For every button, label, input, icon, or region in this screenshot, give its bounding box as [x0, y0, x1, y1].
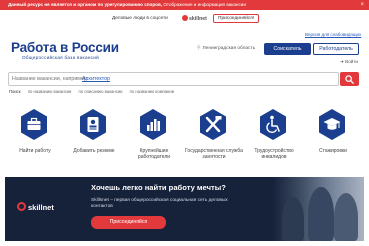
banner-skillnet-logo: skillnet [17, 202, 54, 212]
filter-by-description[interactable]: по описанию вакансии [79, 89, 123, 94]
skillnet-logo-icon [17, 202, 26, 211]
category-disabled-employment[interactable]: Трудоустройство инвалидов [244, 108, 304, 166]
banner-title: Хочешь легко найти работу мечты? [91, 183, 226, 192]
banner-person-image [282, 197, 304, 241]
skillnet-logo[interactable]: skillnet [182, 15, 207, 22]
alert-bar: Данный ресурс не является и органом по у… [0, 0, 369, 10]
region-selector[interactable]: ⚲ Ленинградская область [197, 46, 255, 51]
join-button[interactable]: Присоединяйся! [213, 14, 260, 23]
login-label: Войти [345, 59, 358, 64]
search-input[interactable] [12, 73, 332, 85]
resume-badge-icon [80, 109, 106, 140]
site-logo-title[interactable]: Работа в России [11, 40, 119, 55]
graduation-cap-icon [319, 109, 345, 140]
skillnet-strip: Деловые люди в соцсети skillnet Присоеди… [0, 14, 369, 24]
banner-text: Skillsnet – первая общероссийская социал… [91, 198, 228, 209]
filter-search[interactable]: Поиск [9, 89, 21, 94]
search-filters: Поиск по названию вакансии по описанию в… [9, 89, 180, 94]
category-label: Государственная служба занятости [185, 148, 243, 160]
banner-join-button[interactable]: Присоединяйся [91, 216, 166, 229]
briefcase-icon [21, 109, 47, 140]
search-button[interactable] [340, 72, 359, 86]
alert-text-bold: Данный ресурс не является и органом по у… [8, 2, 163, 7]
login-link[interactable]: ➜ Войти [340, 59, 358, 65]
employer-button[interactable]: Работодатель [313, 43, 359, 55]
skillnet-logo-icon [182, 15, 188, 21]
skillnet-logo-text: skillnet [189, 16, 207, 22]
category-internships[interactable]: Стажировки [303, 108, 363, 166]
category-label: Найти работу [19, 148, 51, 154]
search-box: Архитектор [8, 72, 339, 86]
bar-chart-icon [140, 109, 166, 140]
category-label: Трудоустройство инвалидов [254, 148, 294, 160]
wheelchair-icon [260, 109, 286, 140]
category-find-job[interactable]: Найти работу [5, 108, 65, 166]
close-icon[interactable]: × [360, 0, 364, 10]
banner-person-image [308, 187, 334, 241]
category-label: Крупнейшие работодатели [137, 148, 171, 160]
skillnet-banner[interactable]: skillnet Хочешь легко найти работу мечты… [5, 177, 364, 241]
category-label: Стажировки [319, 148, 347, 154]
category-label: Добавить резюме [73, 148, 115, 154]
category-top-employers[interactable]: Крупнейшие работодатели [124, 108, 184, 166]
banner-photo [272, 177, 364, 241]
banner-person-image [334, 193, 358, 241]
category-add-resume[interactable]: Добавить резюме [64, 108, 124, 166]
banner-logo-text: skillnet [28, 203, 54, 212]
category-state-employment-service[interactable]: Государственная служба занятости [184, 108, 244, 166]
site-logo-subtitle: Общероссийская база вакансий [22, 55, 99, 60]
seeker-button[interactable]: Соискатель [264, 43, 311, 55]
tools-icon [200, 109, 226, 140]
region-label: Ленинградская область [202, 46, 256, 51]
accessible-version-link[interactable]: Версия для слабовидящих [305, 32, 361, 37]
location-pin-icon: ⚲ [197, 46, 201, 51]
login-icon: ➜ [340, 59, 344, 64]
skillnet-strip-text: Деловые люди в соцсети [112, 16, 168, 21]
search-hint-link[interactable]: Архитектор [82, 76, 110, 82]
search-icon [345, 75, 354, 84]
alert-text: Отображение и информация вакансии [163, 2, 246, 7]
filter-by-company[interactable]: по названию компании [130, 89, 174, 94]
filter-by-title[interactable]: по названию вакансии [28, 89, 72, 94]
